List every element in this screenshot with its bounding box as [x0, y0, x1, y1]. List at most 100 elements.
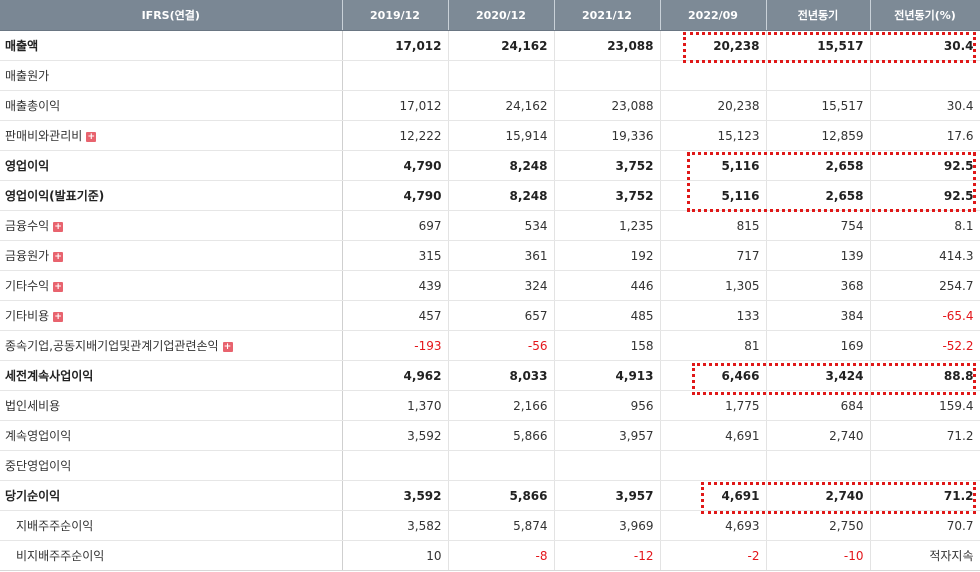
cell-y2021: -12 [554, 540, 661, 571]
row-label-text: 금융원가 [5, 249, 50, 263]
cell-y2019: 457 [342, 300, 449, 331]
row-label: 지배주주순이익 [0, 510, 343, 541]
row-label: 영업이익 [0, 150, 343, 181]
header-prev-year-same-period[interactable]: 전년동기 [766, 0, 871, 31]
cell-y2019: 4,962 [342, 360, 449, 391]
cell-y2019: 3,592 [342, 480, 449, 511]
cell-y2019: 439 [342, 270, 449, 301]
cell-prev-year: -10 [766, 540, 871, 571]
cell-y2021 [554, 450, 661, 481]
cell-y2019: 697 [342, 210, 449, 241]
row-label-text: 법인세비용 [5, 399, 61, 413]
cell-y2021: 23,088 [554, 30, 661, 61]
plus-square-icon[interactable]: + [222, 342, 233, 352]
header-2019-12[interactable]: 2019/12 [342, 0, 449, 31]
cell-y2022q3: 4,693 [660, 510, 767, 541]
table-row: 법인세비용 1,370 2,166 956 1,775 684 159.4 [0, 390, 980, 421]
cell-y2020: 8,248 [448, 180, 555, 211]
header-2022-09[interactable]: 2022/09 [660, 0, 767, 31]
cell-y2019: 3,592 [342, 420, 449, 451]
row-label-text: 비지배주주순이익 [16, 549, 105, 563]
cell-y2021: 158 [554, 330, 661, 361]
row-label: 영업이익(발표기준) [0, 180, 343, 211]
cell-y2020: 5,866 [448, 420, 555, 451]
row-label-text: 당기순이익 [5, 489, 61, 503]
table-row: 기타수익 +439 324 446 1,305 368 254.7 [0, 270, 980, 301]
cell-prev-year: 2,740 [766, 420, 871, 451]
table-row: 영업이익(발표기준) 4,790 8,248 3,752 5,116 2,658 92.5 [0, 180, 980, 211]
row-label-text: 지배주주순이익 [16, 519, 94, 533]
cell-prev-year-pct [870, 450, 980, 481]
cell-y2022q3 [660, 450, 767, 481]
row-label-text: 기타비용 [5, 309, 50, 323]
cell-y2022q3: 15,123 [660, 120, 767, 151]
cell-y2020: 8,033 [448, 360, 555, 391]
row-label-text: 중단영업이익 [5, 459, 72, 473]
row-label: 매출액 [0, 30, 343, 61]
table-row: 기타비용 +457 657 485 133 384 -65.4 [0, 300, 980, 331]
plus-square-icon[interactable]: + [53, 252, 64, 262]
cell-y2021: 485 [554, 300, 661, 331]
table-row: 매출원가 [0, 60, 980, 91]
row-label: 기타수익 + [0, 270, 343, 301]
cell-prev-year-pct: 30.4 [870, 30, 980, 61]
cell-y2021: 446 [554, 270, 661, 301]
row-label: 당기순이익 [0, 480, 343, 511]
row-label: 금융원가 + [0, 240, 343, 271]
cell-y2021: 3,957 [554, 420, 661, 451]
header-2020-12[interactable]: 2020/12 [448, 0, 555, 31]
row-label: 세전계속사업이익 [0, 360, 343, 391]
row-label-text: 매출원가 [5, 69, 50, 83]
cell-y2022q3: 81 [660, 330, 767, 361]
cell-y2020: 24,162 [448, 90, 555, 121]
cell-y2020: 15,914 [448, 120, 555, 151]
cell-y2021: 956 [554, 390, 661, 421]
cell-y2021: 3,969 [554, 510, 661, 541]
cell-y2020: 534 [448, 210, 555, 241]
cell-prev-year-pct: 8.1 [870, 210, 980, 241]
plus-square-icon[interactable]: + [53, 312, 64, 322]
cell-prev-year: 2,750 [766, 510, 871, 541]
row-label: 계속영업이익 [0, 420, 343, 451]
cell-prev-year: 2,740 [766, 480, 871, 511]
table-row: 세전계속사업이익 4,962 8,033 4,913 6,466 3,424 88.8 [0, 360, 980, 391]
cell-y2019: 4,790 [342, 180, 449, 211]
cell-y2020: 361 [448, 240, 555, 271]
header-prev-year-pct[interactable]: 전년동기(%) [870, 0, 980, 31]
cell-prev-year: 384 [766, 300, 871, 331]
cell-y2021: 19,336 [554, 120, 661, 151]
cell-y2021: 192 [554, 240, 661, 271]
cell-prev-year: 12,859 [766, 120, 871, 151]
cell-y2019: 12,222 [342, 120, 449, 151]
table-row: 종속기업,공동지배기업및관계기업관련손익 + -193 -56 158 81 169 -52.… [0, 330, 980, 361]
cell-y2022q3: 133 [660, 300, 767, 331]
table-row: 금융수익 +697 534 1,235 815 754 8.1 [0, 210, 980, 241]
cell-y2021: 1,235 [554, 210, 661, 241]
cell-prev-year-pct: 88.8 [870, 360, 980, 391]
cell-y2022q3: 1,305 [660, 270, 767, 301]
header-ifrs[interactable]: IFRS(연결) [0, 0, 343, 31]
cell-prev-year-pct: 92.5 [870, 180, 980, 211]
cell-prev-year-pct: -65.4 [870, 300, 980, 331]
cell-prev-year-pct: 적자지속 [870, 540, 980, 571]
table-row: 매출액 17,012 24,162 23,088 20,238 15,517 30.4 [0, 30, 980, 61]
plus-square-icon[interactable]: + [86, 132, 97, 142]
cell-y2020 [448, 60, 555, 91]
cell-y2019: -193 [342, 330, 449, 361]
plus-square-icon[interactable]: + [53, 222, 64, 232]
cell-y2021: 3,752 [554, 150, 661, 181]
cell-y2020 [448, 450, 555, 481]
cell-y2019: 1,370 [342, 390, 449, 421]
cell-prev-year: 15,517 [766, 90, 871, 121]
table-row: 판매비와관리비 +12,222 15,914 19,336 15,123 12,859 17… [0, 120, 980, 151]
cell-y2019: 10 [342, 540, 449, 571]
row-label: 판매비와관리비 + [0, 120, 343, 151]
row-label: 종속기업,공동지배기업및관계기업관련손익 + [0, 330, 343, 361]
plus-square-icon[interactable]: + [53, 282, 64, 292]
income-statement-table: IFRS(연결) 2019/12 2020/12 2021/12 2022/09… [0, 0, 980, 571]
cell-y2019: 17,012 [342, 90, 449, 121]
table-row: 중단영업이익 [0, 450, 980, 481]
header-2021-12[interactable]: 2021/12 [554, 0, 661, 31]
row-label-text: 세전계속사업이익 [5, 369, 94, 383]
cell-prev-year: 684 [766, 390, 871, 421]
